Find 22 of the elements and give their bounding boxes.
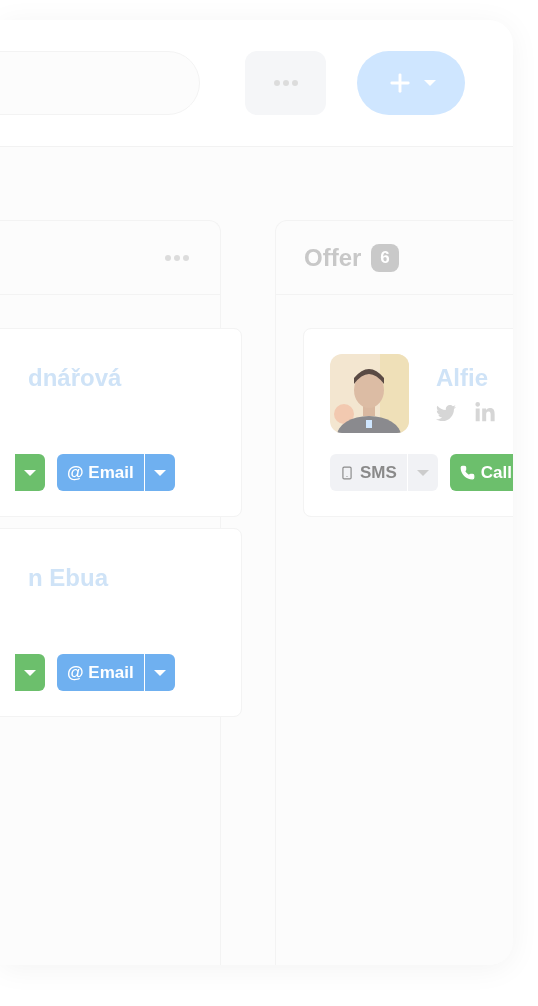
- caret-icon: [24, 469, 36, 476]
- email-button[interactable]: @ Email: [57, 454, 144, 491]
- caret-icon: [416, 469, 429, 476]
- caret-icon: [424, 80, 436, 86]
- bird-icon[interactable]: [436, 403, 456, 423]
- dropdown-button[interactable]: [144, 654, 175, 691]
- more-icon: [272, 79, 299, 87]
- dropdown-button[interactable]: [407, 454, 438, 491]
- caret-icon: [24, 669, 36, 676]
- dropdown-button[interactable]: [15, 654, 45, 691]
- sms-button[interactable]: SMS: [330, 454, 407, 491]
- call-button[interactable]: Call: [449, 454, 513, 491]
- dropdown-button[interactable]: [144, 454, 175, 491]
- more-icon[interactable]: [164, 253, 190, 262]
- dropdown-button[interactable]: [15, 454, 45, 491]
- phone-icon: [459, 465, 475, 480]
- more-button[interactable]: [245, 51, 326, 115]
- email-button[interactable]: @ Email: [57, 654, 144, 691]
- caret-icon: [153, 669, 166, 676]
- caret-icon: [153, 469, 166, 476]
- phone-icon: [340, 465, 354, 480]
- linkedin-icon[interactable]: [474, 402, 496, 424]
